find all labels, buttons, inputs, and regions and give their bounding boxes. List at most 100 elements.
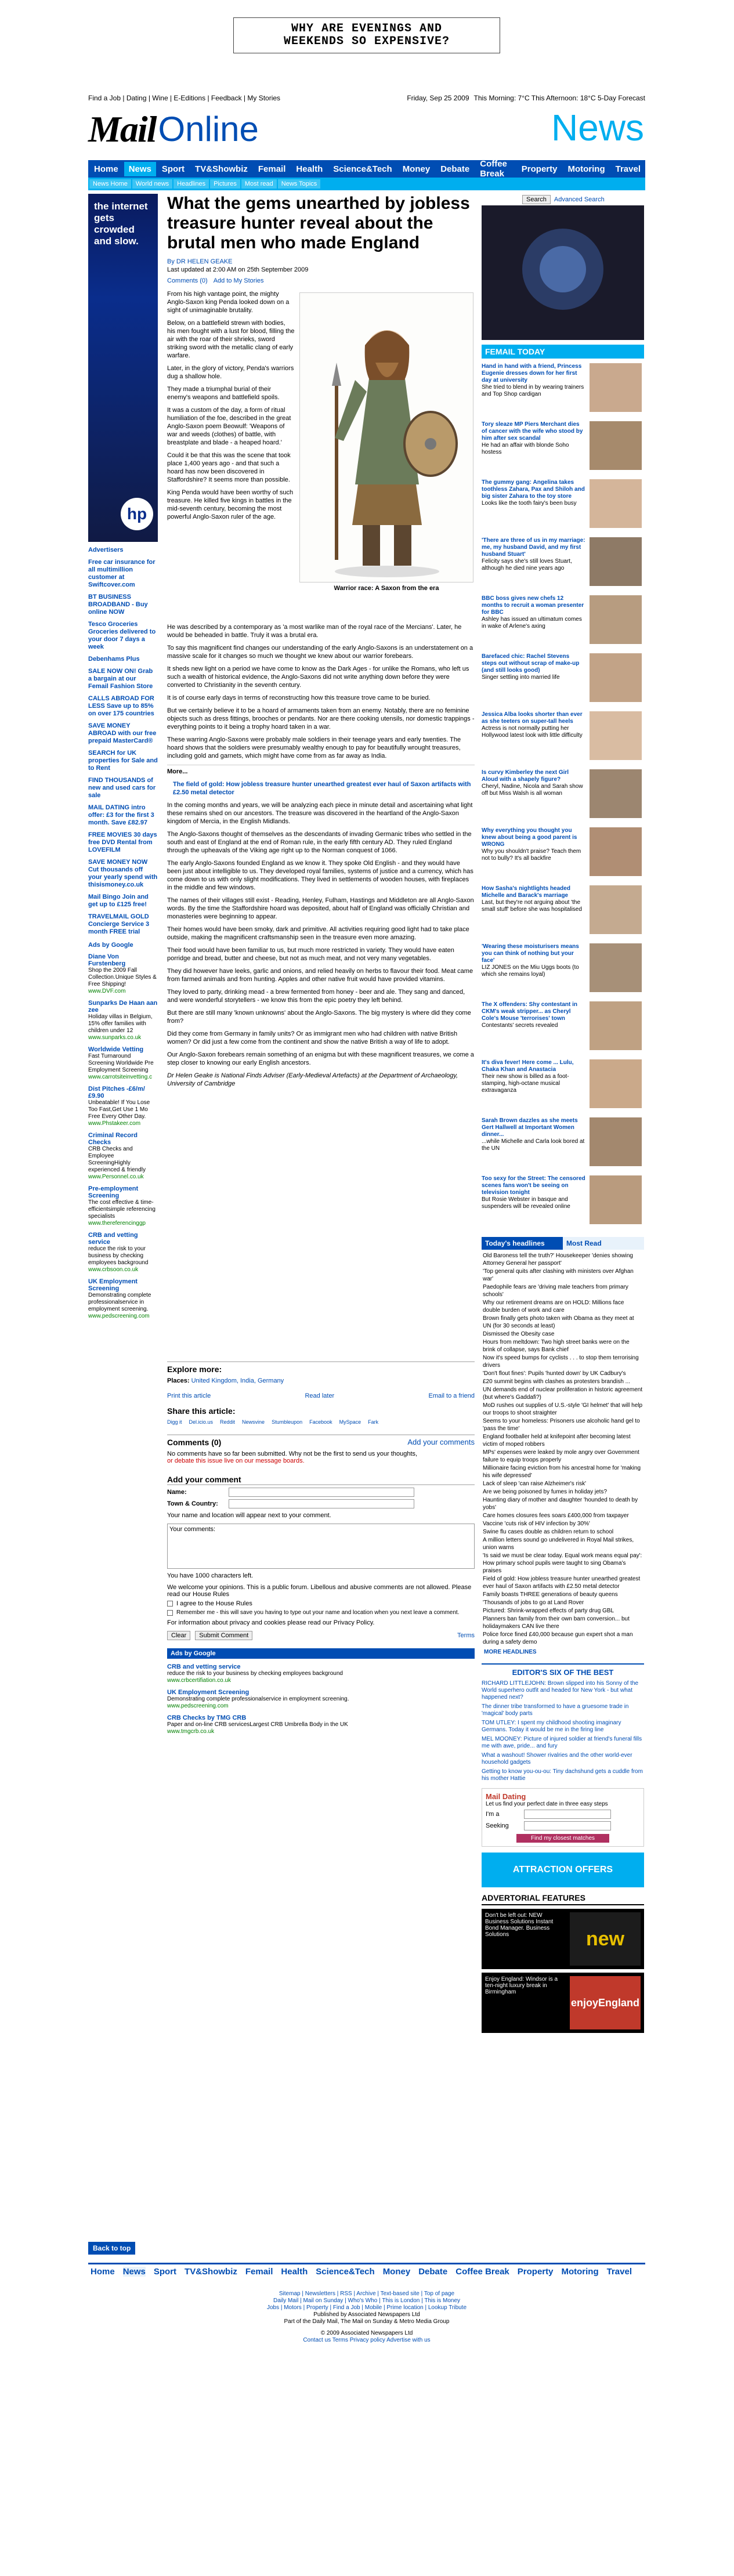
headline-item[interactable]: Millionaire facing eviction from his anc… <box>483 1464 643 1479</box>
share-link[interactable]: MySpace <box>339 1419 361 1425</box>
nav-item[interactable]: Travel <box>611 162 645 176</box>
nav-item[interactable]: Debate <box>436 162 474 176</box>
footer-nav-item[interactable]: Money <box>383 2267 411 2277</box>
left-ad[interactable]: MAIL DATING intro offer: £3 for the firs… <box>88 804 158 827</box>
headline-item[interactable]: Planners ban family from their own barn … <box>483 1615 643 1630</box>
femail-headline[interactable]: Barefaced chic: Rachel Stevens steps out… <box>482 653 586 674</box>
femail-item[interactable]: Hand in hand with a friend, Princess Eug… <box>482 363 644 417</box>
femail-headline[interactable]: The gummy gang: Angelina takes toothless… <box>482 479 586 500</box>
top-banner-ad[interactable]: WHY ARE EVENINGS AND WEEKENDS SO EXPENSI… <box>233 17 500 53</box>
places-links[interactable]: United Kingdom, India, Germany <box>191 1377 284 1384</box>
subnav-item[interactable]: News Home <box>89 179 131 189</box>
left-ad[interactable]: SEARCH for UK properties for Sale and to… <box>88 750 158 772</box>
headline-item[interactable]: 'Top general quits after clashing with m… <box>483 1268 643 1283</box>
headline-item[interactable]: Family boasts THREE generations of beaut… <box>483 1591 643 1598</box>
femail-headline[interactable]: Hand in hand with a friend, Princess Eug… <box>482 363 586 384</box>
headline-item[interactable]: £20 summit begins with clashes as protes… <box>483 1378 643 1385</box>
footer-links-3[interactable]: Jobs | Motors | Property | Find a Job | … <box>88 2304 645 2311</box>
left-ad[interactable]: SAVE MONEY ABROAD with our free prepaid … <box>88 722 158 745</box>
headline-item[interactable]: Haunting diary of mother and daughter 'h… <box>483 1496 643 1511</box>
share-link[interactable]: Reddit <box>220 1419 235 1425</box>
editors-item[interactable]: TOM UTLEY: I spent my childhood shooting… <box>482 1720 644 1734</box>
headline-item[interactable]: Lack of sleep 'can raise Alzheimer's ris… <box>483 1480 643 1488</box>
town-input[interactable] <box>229 1499 414 1508</box>
femail-headline[interactable]: Too sexy for the Street: The censored sc… <box>482 1175 586 1196</box>
footer-nav-item[interactable]: Science&Tech <box>316 2267 374 2277</box>
femail-headline[interactable]: Why everything you thought you knew abou… <box>482 827 586 848</box>
headline-item[interactable]: MoD rushes out supplies of U.S.-style 'G… <box>483 1402 643 1417</box>
google-ad[interactable]: UK Employment Screening Demonstrating com… <box>167 1689 475 1710</box>
left-ad[interactable]: BT BUSINESS BROADBAND - Buy online NOW <box>88 594 158 616</box>
google-ad[interactable]: Worldwide Vetting Fast Turnaround Screeni… <box>88 1046 158 1081</box>
advertorial-item[interactable]: Don't be left out: NEW Business Solution… <box>482 1909 644 1969</box>
footer-links-2[interactable]: Daily Mail | Mail on Sunday | Who's Who … <box>88 2298 645 2304</box>
nav-item[interactable]: Femail <box>254 162 291 176</box>
femail-thumbnail[interactable] <box>590 421 642 470</box>
footer-nav-item[interactable]: Femail <box>245 2267 273 2277</box>
related-article-link[interactable]: The field of gold: How jobless treasure … <box>167 780 475 797</box>
femail-item[interactable]: 'There are three of us in my marriage: m… <box>482 537 644 591</box>
femail-thumbnail[interactable] <box>590 653 642 702</box>
femail-headline[interactable]: It's diva fever! Here come ... Lulu, Cha… <box>482 1059 586 1073</box>
share-link[interactable]: Digg it <box>167 1419 182 1425</box>
headline-item[interactable]: Field of gold: How jobless treasure hunt… <box>483 1575 643 1590</box>
femail-thumbnail[interactable] <box>590 711 642 760</box>
find-matches-button[interactable]: Find my closest matches <box>516 1834 609 1843</box>
share-link[interactable]: Fark <box>368 1419 378 1425</box>
headline-item[interactable]: Hours from meltdown: Two high street ban… <box>483 1338 643 1354</box>
left-ad[interactable]: SAVE MONEY NOW Cut thousands off your ye… <box>88 859 158 889</box>
nav-item[interactable]: Health <box>291 162 327 176</box>
femail-thumbnail[interactable] <box>590 827 642 876</box>
more-headlines-link[interactable]: MORE HEADLINES <box>482 1649 644 1655</box>
headline-item[interactable]: 'Thousands of jobs to go at Land Rover <box>483 1599 643 1607</box>
femail-item[interactable]: Sarah Brown dazzles as she meets Gert Ha… <box>482 1117 644 1171</box>
utility-links[interactable]: Find a Job | Dating | Wine | E-Editions … <box>88 94 280 102</box>
femail-item[interactable]: Why everything you thought you knew abou… <box>482 827 644 881</box>
headline-item[interactable]: Seems to your homeless: Prisoners use al… <box>483 1417 643 1432</box>
footer-nav-item[interactable]: Motoring <box>561 2267 598 2277</box>
femail-item[interactable]: The gummy gang: Angelina takes toothless… <box>482 479 644 533</box>
mpu-ad[interactable] <box>482 205 644 340</box>
femail-item[interactable]: Jessica Alba looks shorter than ever as … <box>482 711 644 765</box>
google-ad[interactable]: CRB Checks by TMG CRB Paper and on-line C… <box>167 1714 475 1735</box>
headline-item[interactable]: UN demands end of nuclear proliferation … <box>483 1386 643 1401</box>
left-ad[interactable]: SALE NOW ON! Grab a bargain at our Femai… <box>88 668 158 690</box>
comments-textarea[interactable]: Your comments: <box>167 1524 475 1569</box>
google-ad[interactable]: Sunparks De Haan aan zee Holiday villas i… <box>88 1000 158 1041</box>
femail-thumbnail[interactable] <box>590 479 642 528</box>
subnav-item[interactable]: Most read <box>241 179 277 189</box>
headline-item[interactable]: Paedophile fears are 'driving male teach… <box>483 1283 643 1298</box>
left-ad[interactable]: FIND THOUSANDS of new and used cars for … <box>88 777 158 799</box>
headline-item[interactable]: 'Don't flout fines': Pupils 'hunted down… <box>483 1370 643 1377</box>
footer-nav-item[interactable]: Property <box>518 2267 554 2277</box>
femail-headline[interactable]: How Sasha's nightlights headed Michelle … <box>482 885 586 899</box>
google-ad[interactable]: Dist Pitches -£6/m/£9.90 Unbeatable! If Y… <box>88 1086 158 1127</box>
femail-item[interactable]: BBC boss gives new chefs 12 months to re… <box>482 595 644 649</box>
femail-headline[interactable]: 'Wearing these moisturisers means you ca… <box>482 943 586 964</box>
left-ad[interactable]: Advertisers <box>88 547 158 554</box>
footer-nav-item[interactable]: Debate <box>418 2267 447 2277</box>
share-link[interactable]: Facebook <box>309 1419 332 1425</box>
femail-thumbnail[interactable] <box>590 943 642 992</box>
tab-most-read[interactable]: Most Read <box>563 1237 644 1250</box>
femail-headline[interactable]: BBC boss gives new chefs 12 months to re… <box>482 595 586 616</box>
femail-thumbnail[interactable] <box>590 1117 642 1166</box>
headline-item[interactable]: Brown finally gets photo taken with Obam… <box>483 1315 643 1330</box>
headline-item[interactable]: Dismissed the Obesity case <box>483 1330 643 1338</box>
femail-thumbnail[interactable] <box>590 1001 642 1050</box>
terms-link[interactable]: Terms <box>457 1632 475 1639</box>
weather[interactable]: This Morning: 7°C This Afternoon: 18°C 5… <box>474 94 646 102</box>
agree-checkbox[interactable] <box>167 1601 173 1607</box>
subnav-item[interactable]: Pictures <box>210 179 240 189</box>
advertorial-item[interactable]: Enjoy England: Windsor is a ten-night lu… <box>482 1973 644 2033</box>
femail-item[interactable]: The X offenders: Shy contestant in CKM's… <box>482 1001 644 1055</box>
headline-item[interactable]: Are we being poisoned by fumes in holida… <box>483 1488 643 1496</box>
femail-item[interactable]: Too sexy for the Street: The censored sc… <box>482 1175 644 1229</box>
google-ad[interactable]: CRB and vetting service reduce the risk t… <box>167 1663 475 1684</box>
headline-item[interactable]: Pictured: Shrink-wrapped effects of part… <box>483 1607 643 1615</box>
femail-thumbnail[interactable] <box>590 595 642 644</box>
femail-headline[interactable]: Is curvy Kimberley the next Girl Aloud w… <box>482 769 586 783</box>
femail-headline[interactable]: 'There are three of us in my marriage: m… <box>482 537 586 558</box>
submit-comment-button[interactable]: Submit Comment <box>195 1631 253 1640</box>
clear-button[interactable]: Clear <box>167 1631 191 1640</box>
